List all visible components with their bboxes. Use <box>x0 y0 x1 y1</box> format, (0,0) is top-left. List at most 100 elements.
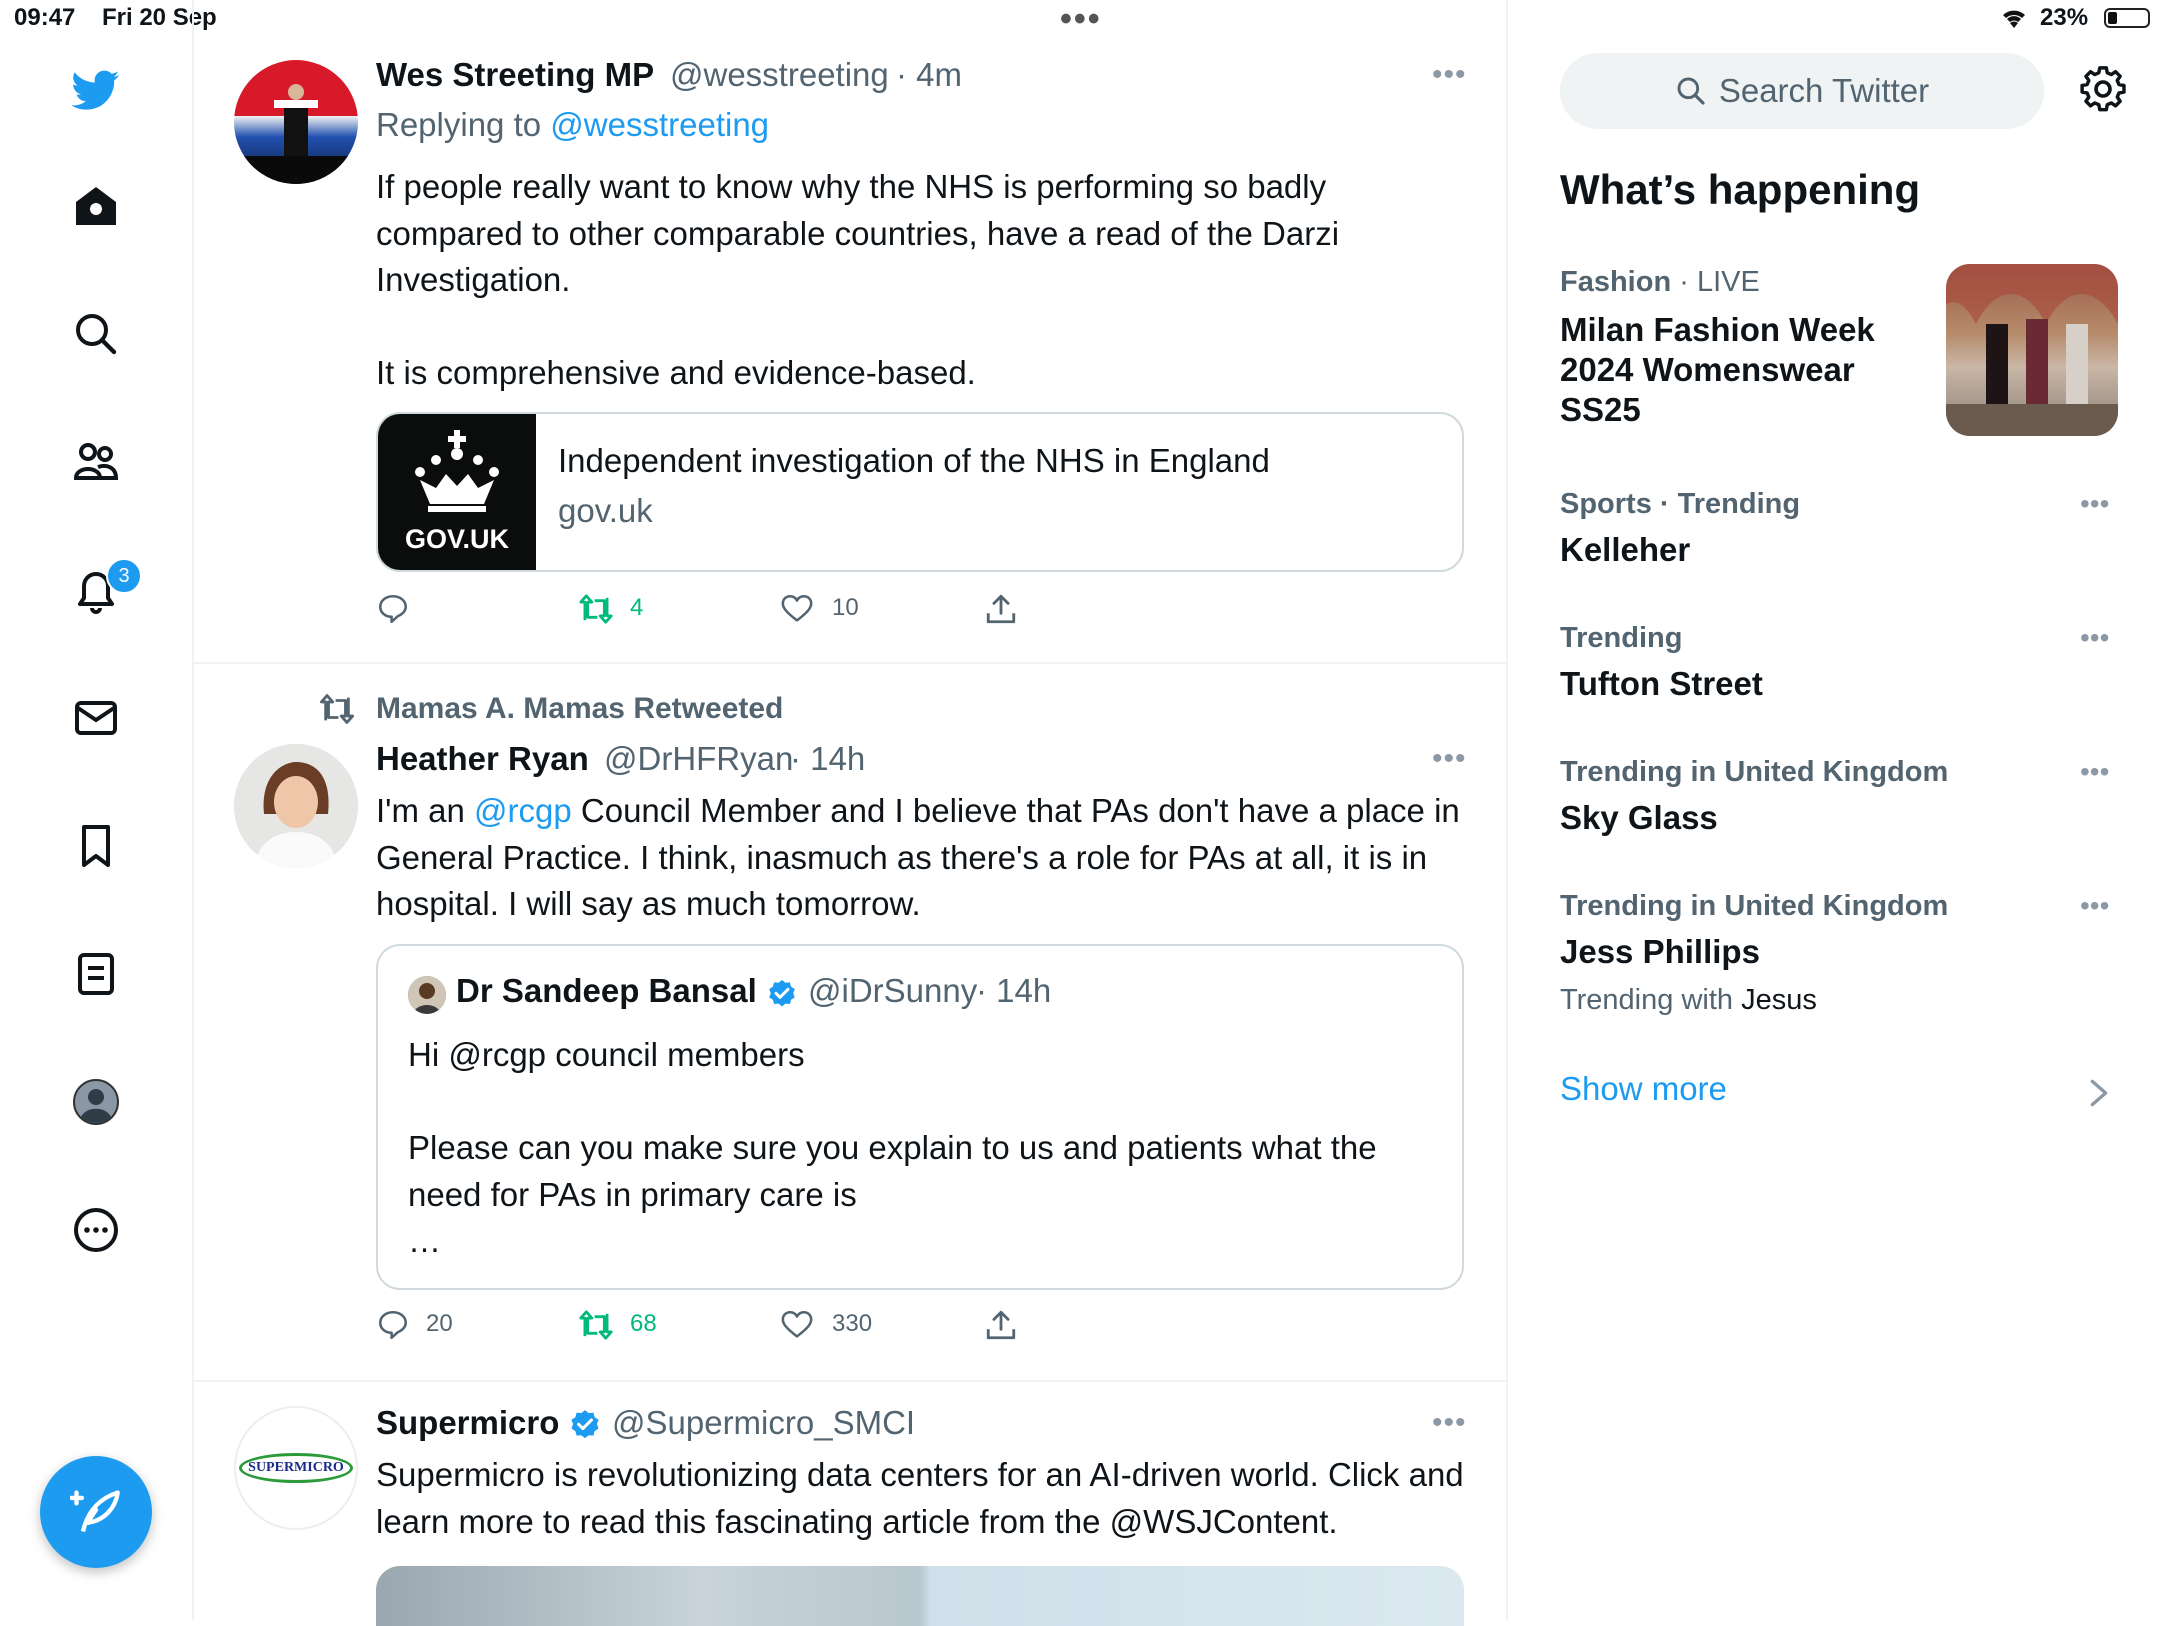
tweet-media-image[interactable] <box>376 1566 1464 1626</box>
timeline-right-border <box>1506 0 1508 1620</box>
quoted-tweet-card[interactable]: Dr Sandeep Bansal @iDrSunny · 14h Hi @rc… <box>376 944 1464 1290</box>
reply-icon <box>378 594 408 624</box>
retweeted-indicator-icon <box>319 694 354 724</box>
messages-envelope-icon[interactable] <box>60 682 132 754</box>
share-button[interactable] <box>984 1308 1018 1347</box>
verified-badge-icon <box>571 1410 599 1439</box>
quoted-timestamp: · 14h <box>976 972 1052 1009</box>
reply-count: 20 <box>426 1310 453 1337</box>
communities-icon[interactable] <box>60 426 132 498</box>
tweet-author-handle[interactable]: @Supermicro_SMCI <box>612 1404 915 1442</box>
compose-tweet-button[interactable] <box>40 1456 152 1568</box>
tweet-author-name[interactable]: Supermicro <box>376 1404 559 1442</box>
trend-context-name[interactable]: Jesus <box>1741 984 1817 1016</box>
trend-more-icon[interactable]: ••• <box>2080 756 2109 788</box>
trend-category: Trending in United Kingdom <box>1560 756 1949 788</box>
tweet-more-icon[interactable]: ••• <box>1432 58 1467 92</box>
like-count: 10 <box>832 594 859 621</box>
tweet-text: Supermicro is revolutionizing data cente… <box>376 1456 1473 1540</box>
whats-happening-title: What’s happening <box>1560 166 1921 213</box>
home-icon[interactable] <box>60 170 132 242</box>
trend-name: Sky Glass <box>1560 799 1718 836</box>
retweet-button[interactable]: 68 <box>578 1308 657 1347</box>
tweet-author-name[interactable]: Wes Streeting MP <box>376 56 654 94</box>
card-domain: gov.uk <box>558 492 653 529</box>
like-button[interactable]: 330 <box>780 1308 872 1347</box>
retweet-icon <box>579 594 613 624</box>
tweet-text: If people really want to know why the NH… <box>376 168 1340 391</box>
multitasking-dots-icon[interactable]: ••• <box>1060 0 1102 39</box>
wifi-icon <box>1998 6 2030 35</box>
tweet-author-avatar[interactable] <box>234 60 358 184</box>
more-options-icon[interactable] <box>60 1194 132 1266</box>
replying-prefix: Replying to <box>376 106 542 143</box>
status-date: Fri 20 Sep <box>102 4 217 31</box>
govuk-logo: GOV.UK <box>378 414 536 570</box>
tweet-mention-link[interactable]: @rcgp <box>474 792 572 829</box>
retweet-button[interactable]: 4 <box>578 592 643 631</box>
like-count: 330 <box>832 1310 873 1337</box>
replying-to-mention[interactable]: @wesstreeting <box>550 106 769 143</box>
heart-icon <box>781 1310 813 1338</box>
show-more-link[interactable]: Show more <box>1560 1070 1727 1108</box>
profile-avatar-icon[interactable] <box>60 1066 132 1138</box>
share-button[interactable] <box>984 592 1018 631</box>
bookmarks-icon[interactable] <box>60 810 132 882</box>
notifications-count-badge: 3 <box>106 558 142 594</box>
twitter-logo-icon[interactable] <box>60 54 132 126</box>
like-button[interactable]: 10 <box>780 592 859 631</box>
tweet-text: I'm an @rcgp Council Member and I believ… <box>376 788 1466 928</box>
quoted-author-handle: @iDrSunny <box>808 972 978 1009</box>
trend-more-icon[interactable]: ••• <box>2080 622 2109 654</box>
tweet-author-handle[interactable]: @wesstreeting <box>670 56 889 94</box>
tweet-divider <box>192 662 1506 664</box>
heart-icon <box>781 594 813 622</box>
trend-live-label: · LIVE <box>1671 266 1760 298</box>
gear-icon <box>2080 66 2126 112</box>
retweet-count: 4 <box>630 594 644 621</box>
search-icon <box>1677 77 1705 105</box>
tweet-author-avatar[interactable]: SUPERMICRO <box>234 1406 358 1530</box>
explore-search-icon[interactable] <box>60 298 132 370</box>
tweet-more-icon[interactable]: ••• <box>1432 742 1467 776</box>
reply-button[interactable]: 20 <box>376 1308 453 1347</box>
compose-feather-icon <box>70 1490 120 1533</box>
trend-category: Fashion · LIVE <box>1560 266 1760 299</box>
govuk-logo-text: GOV.UK <box>404 524 510 554</box>
trend-more-icon[interactable]: ••• <box>2080 890 2109 922</box>
tweet-timestamp[interactable]: · 14h <box>790 740 865 778</box>
tweet-author-handle[interactable]: @DrHFRyan <box>604 740 793 778</box>
reply-button[interactable] <box>376 592 410 631</box>
card-title: Independent investigation of the NHS in … <box>558 442 1270 479</box>
trend-more-icon[interactable]: ••• <box>2080 488 2109 520</box>
tweet-text-part: I'm an <box>376 792 475 829</box>
search-input[interactable]: Search Twitter <box>1560 53 2044 129</box>
trend-name: Jess Phillips <box>1560 933 1760 970</box>
retweeted-by-label[interactable]: Mamas A. Mamas Retweeted <box>376 692 783 726</box>
link-preview-card[interactable]: GOV.UK Independent investigation of the … <box>376 412 1464 572</box>
trend-category: Trending in United Kingdom <box>1560 890 1949 922</box>
settings-button[interactable] <box>2080 66 2128 119</box>
quoted-tweet-text: Hi @rcgp council members Please can you … <box>408 1036 1377 1259</box>
trend-name: Kelleher <box>1560 531 1691 568</box>
battery-icon <box>2104 8 2150 28</box>
tweet-more-icon[interactable]: ••• <box>1432 1406 1467 1440</box>
trend-name: Tufton Street <box>1560 665 1763 702</box>
tweet-timestamp[interactable]: · 4m <box>896 56 962 94</box>
share-icon <box>986 1310 1016 1340</box>
reply-icon <box>378 1310 408 1340</box>
tweet-author-name[interactable]: Heather Ryan <box>376 740 589 778</box>
trend-category-name: Fashion <box>1560 266 1672 298</box>
trend-category: Sports · Trending <box>1560 488 1801 520</box>
quoted-author-name: Dr Sandeep Bansal <box>456 972 757 1009</box>
tweet-divider <box>192 1380 1506 1382</box>
share-icon <box>986 594 1016 624</box>
supermicro-logo-text: SUPERMICRO <box>239 1453 353 1483</box>
trend-context-prefix: Trending with <box>1560 984 1734 1016</box>
battery-level-fill <box>2108 12 2117 24</box>
trend-category: Trending <box>1560 622 1683 654</box>
tweet-author-avatar[interactable] <box>234 744 358 868</box>
quoted-author-avatar <box>408 976 446 1014</box>
trend-thumbnail-image <box>1946 264 2118 436</box>
lists-icon[interactable] <box>60 938 132 1010</box>
